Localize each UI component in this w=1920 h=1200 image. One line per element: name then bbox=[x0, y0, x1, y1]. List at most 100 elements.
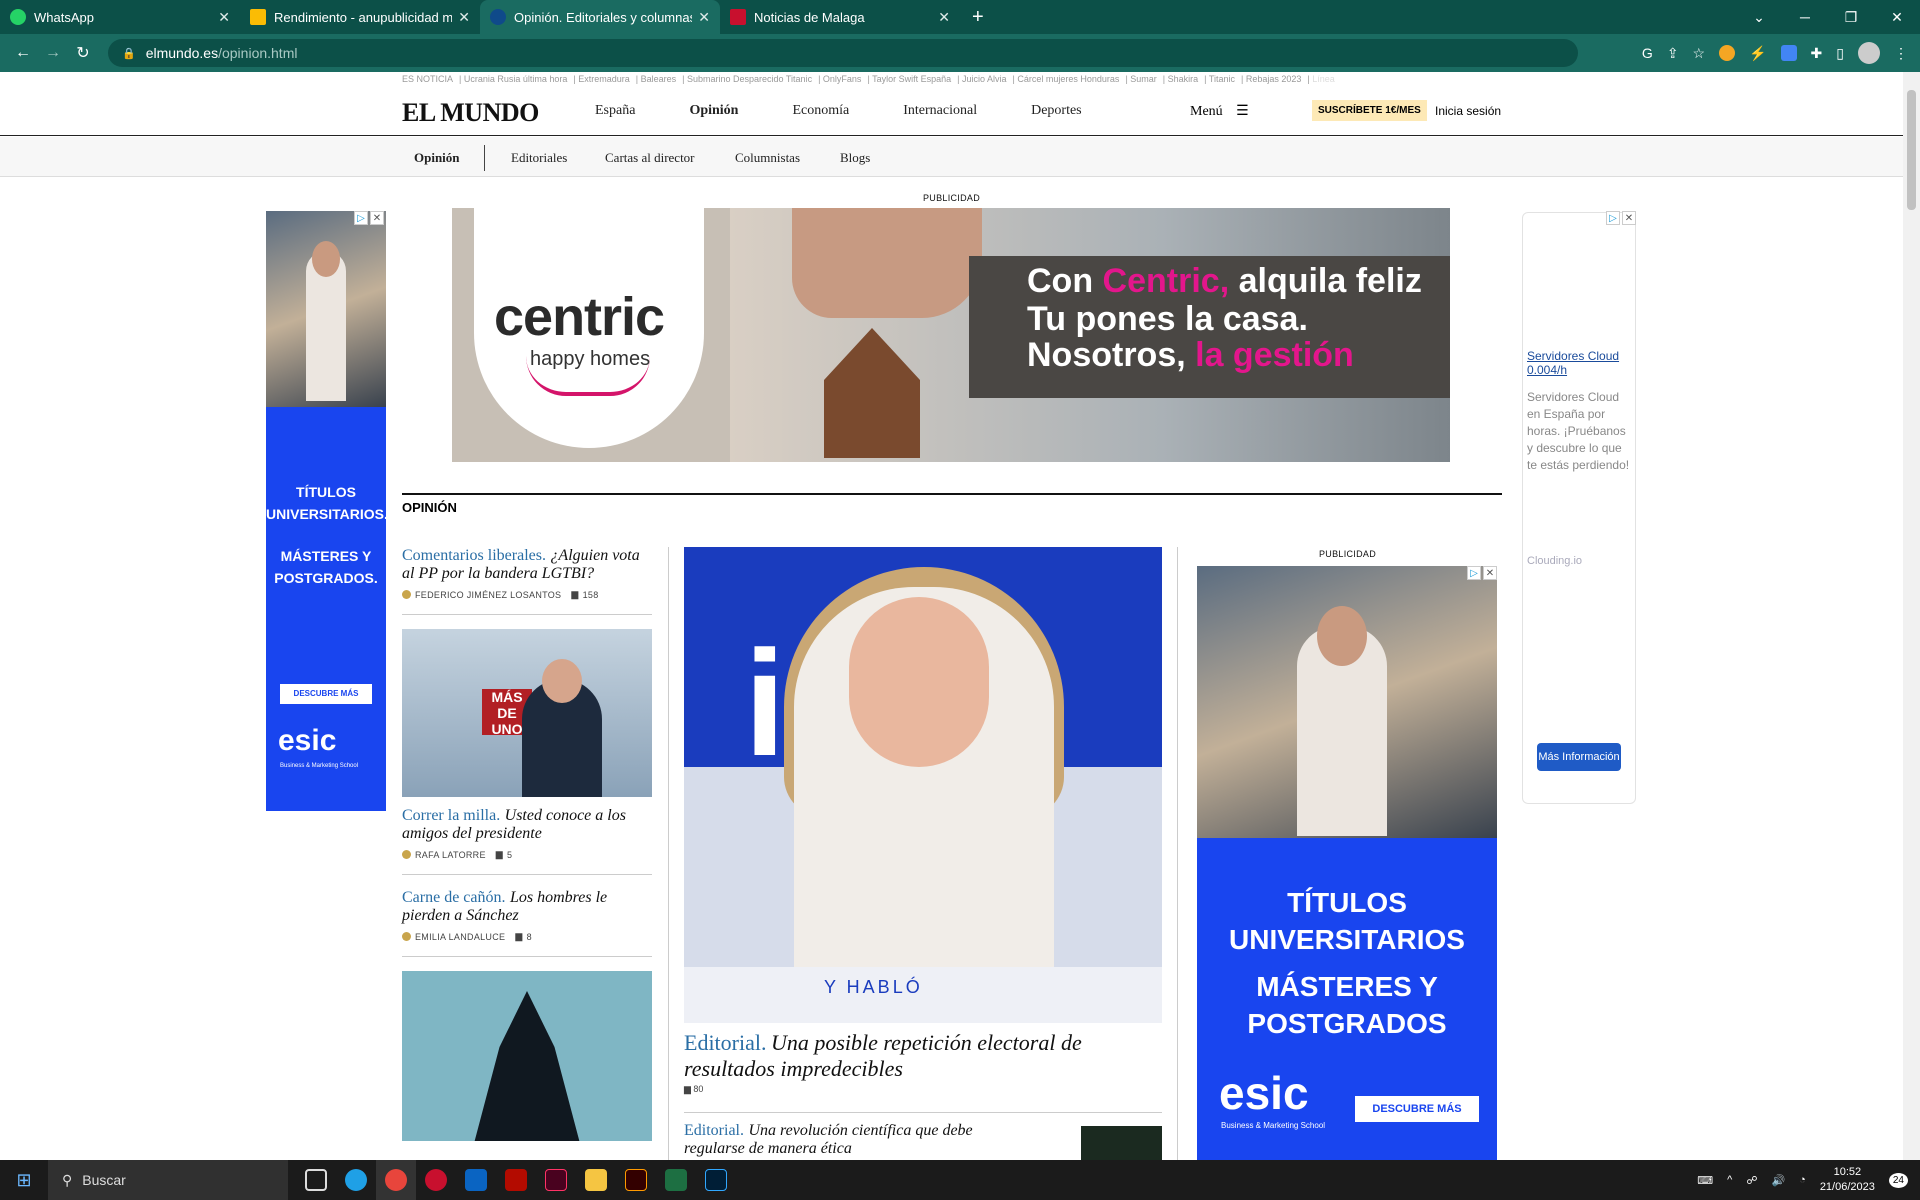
indesign-icon[interactable] bbox=[536, 1160, 576, 1200]
windows-start-icon[interactable]: ⊞ bbox=[0, 1170, 48, 1191]
article-thumbnail[interactable] bbox=[1081, 1126, 1162, 1160]
nav-opinion[interactable]: Opinión bbox=[689, 103, 738, 119]
minimize-button[interactable]: ─ bbox=[1782, 0, 1828, 34]
nav-economia[interactable]: Economía bbox=[792, 103, 849, 119]
ad-cta-button[interactable]: DESCUBRE MÁS bbox=[280, 684, 372, 704]
site-logo[interactable]: EL MUNDO bbox=[402, 98, 539, 128]
trending-link[interactable]: Sumar bbox=[1130, 74, 1157, 84]
trending-link[interactable]: Shakira bbox=[1168, 74, 1199, 84]
taskbar-search[interactable]: ⚲ Buscar bbox=[48, 1160, 288, 1200]
task-view-icon[interactable] bbox=[296, 1160, 336, 1200]
article-item[interactable]: Editorial. Una revolución científica que… bbox=[684, 1122, 994, 1158]
new-tab-button[interactable]: + bbox=[960, 6, 996, 29]
author-name[interactable]: FEDERICO JIMÉNEZ LOSANTOS bbox=[415, 590, 561, 600]
close-icon[interactable]: ✕ bbox=[218, 9, 230, 26]
main-comment-count[interactable]: ▆ 80 bbox=[684, 1084, 703, 1095]
photoshop-icon[interactable] bbox=[696, 1160, 736, 1200]
esic-right-ad[interactable]: TÍTULOS UNIVERSITARIOS MÁSTERES Y POSTGR… bbox=[1197, 566, 1497, 1160]
trending-link[interactable]: Submarino Desparecido Titanic bbox=[687, 74, 812, 84]
subnav-editoriales[interactable]: Editoriales bbox=[511, 150, 567, 166]
url-bar[interactable]: 🔒 elmundo.es /opinion.html bbox=[108, 39, 1578, 67]
trending-link[interactable]: Titanic bbox=[1209, 74, 1235, 84]
forward-icon[interactable]: → bbox=[38, 44, 68, 62]
comment-count[interactable]: 158 bbox=[583, 590, 599, 600]
avatar[interactable] bbox=[1858, 42, 1880, 64]
adchoices-icon[interactable]: ▷ bbox=[1606, 211, 1620, 225]
close-icon[interactable]: ✕ bbox=[698, 9, 710, 26]
tab-opinion[interactable]: Opinión. Editoriales y columnas | ✕ bbox=[480, 0, 720, 34]
illustrator-icon[interactable] bbox=[616, 1160, 656, 1200]
trending-link[interactable]: OnlyFans bbox=[823, 74, 862, 84]
subnav-cartas[interactable]: Cartas al director bbox=[605, 150, 695, 166]
sidebar-icon[interactable]: ▯ bbox=[1836, 45, 1844, 62]
tab-whatsapp[interactable]: WhatsApp ✕ bbox=[0, 0, 240, 34]
wizard-illustration[interactable] bbox=[402, 971, 652, 1141]
trending-link[interactable]: Línea bbox=[1312, 74, 1335, 84]
centric-ad-banner[interactable]: centric happy homes Con Centric, alquila… bbox=[452, 208, 1450, 462]
article-item[interactable]: Comentarios liberales. ¿Alguien vota al … bbox=[402, 547, 652, 600]
wifi-icon[interactable]: ◔ bbox=[1799, 1174, 1806, 1186]
tab-google-ads[interactable]: Rendimiento - anupublicidad mc ✕ bbox=[240, 0, 480, 34]
nav-deportes[interactable]: Deportes bbox=[1031, 103, 1082, 119]
main-article-image[interactable]: iard Y HABLÓ bbox=[684, 547, 1162, 1023]
excel-icon[interactable] bbox=[656, 1160, 696, 1200]
page-scrollbar[interactable] bbox=[1903, 72, 1920, 1160]
close-icon[interactable]: ✕ bbox=[458, 9, 470, 26]
adchoices-icon[interactable]: ▷ bbox=[1467, 566, 1481, 580]
cloud-ad[interactable]: Servidores Cloud 0.004/h Servidores Clou… bbox=[1522, 212, 1636, 804]
nav-espana[interactable]: España bbox=[595, 103, 635, 119]
outlook-icon[interactable] bbox=[456, 1160, 496, 1200]
cloud-ad-source[interactable]: Clouding.io bbox=[1527, 555, 1582, 567]
extension-icon[interactable] bbox=[1719, 45, 1736, 61]
trending-link[interactable]: Taylor Swift España bbox=[872, 74, 951, 84]
back-icon[interactable]: ← bbox=[8, 44, 38, 62]
scroll-thumb[interactable] bbox=[1907, 90, 1916, 210]
adchoices-icon[interactable]: ▷ bbox=[354, 211, 368, 225]
dx-icon[interactable] bbox=[416, 1160, 456, 1200]
puzzle-icon[interactable]: ✚ bbox=[1811, 45, 1823, 62]
reload-icon[interactable]: ↻ bbox=[68, 43, 98, 63]
article-item[interactable]: Carne de cañón. Los hombres le pierden a… bbox=[402, 889, 652, 942]
trending-link[interactable]: Rebajas 2023 bbox=[1246, 74, 1302, 84]
esic-left-ad[interactable]: TÍTULOS UNIVERSITARIOS. MÁSTERES Y POSTG… bbox=[266, 211, 386, 811]
close-icon[interactable]: ✕ bbox=[938, 9, 950, 26]
ad-close-icon[interactable]: ✕ bbox=[1483, 566, 1497, 580]
comment-count[interactable]: 8 bbox=[527, 932, 532, 942]
subnav-blogs[interactable]: Blogs bbox=[840, 150, 870, 166]
clock[interactable]: 10:52 21/06/2023 bbox=[1820, 1165, 1875, 1195]
edge-icon[interactable] bbox=[336, 1160, 376, 1200]
ad-close-icon[interactable]: ✕ bbox=[1622, 211, 1636, 225]
file-explorer-icon[interactable] bbox=[576, 1160, 616, 1200]
close-window-button[interactable]: ✕ bbox=[1874, 0, 1920, 34]
ad-cta-button[interactable]: DESCUBRE MÁS bbox=[1355, 1096, 1479, 1122]
subnav-opinion[interactable]: Opinión bbox=[414, 150, 460, 166]
subscribe-button[interactable]: SUSCRÍBETE 1€/MES bbox=[1312, 100, 1427, 121]
share-icon[interactable]: ⇪ bbox=[1667, 45, 1679, 62]
cloud-ad-title[interactable]: Servidores Cloud 0.004/h bbox=[1527, 349, 1633, 377]
keyboard-icon[interactable]: ⌨ bbox=[1697, 1174, 1713, 1187]
ad-close-icon[interactable]: ✕ bbox=[370, 211, 384, 225]
tab-malaga[interactable]: Noticias de Malaga ✕ bbox=[720, 0, 960, 34]
volume-icon[interactable]: 🔊 bbox=[1771, 1174, 1785, 1187]
article-thumbnail[interactable]: MÁS DE UNO bbox=[402, 629, 652, 797]
star-icon[interactable]: ☆ bbox=[1693, 45, 1706, 62]
restore-button[interactable]: ❐ bbox=[1828, 0, 1874, 34]
cloud-ad-button[interactable]: Más Información bbox=[1537, 743, 1621, 771]
comment-count[interactable]: 5 bbox=[507, 850, 512, 860]
nav-internacional[interactable]: Internacional bbox=[903, 103, 977, 119]
trending-link[interactable]: Cárcel mujeres Honduras bbox=[1017, 74, 1119, 84]
menu-button[interactable]: Menú ☰ bbox=[1190, 103, 1249, 120]
google-icon[interactable]: G bbox=[1642, 45, 1653, 61]
login-link[interactable]: Inicia sesión bbox=[1435, 104, 1501, 118]
article-item[interactable]: Correr la milla. Usted conoce a los amig… bbox=[402, 807, 652, 860]
trending-link[interactable]: Juicio Alvia bbox=[962, 74, 1007, 84]
main-article-caption[interactable]: Editorial. Una posible repetición electo… bbox=[684, 1030, 1162, 1082]
network-icon[interactable]: ☍ bbox=[1746, 1174, 1757, 1187]
author-name[interactable]: EMILIA LANDALUCE bbox=[415, 932, 505, 942]
acrobat-icon[interactable] bbox=[496, 1160, 536, 1200]
translate-icon[interactable] bbox=[1780, 45, 1797, 61]
author-name[interactable]: RAFA LATORRE bbox=[415, 850, 486, 860]
flash-icon[interactable]: ⚡ bbox=[1749, 45, 1766, 62]
notification-badge[interactable]: 24 bbox=[1888, 1172, 1908, 1188]
kebab-menu-icon[interactable]: ⋮ bbox=[1894, 45, 1908, 62]
